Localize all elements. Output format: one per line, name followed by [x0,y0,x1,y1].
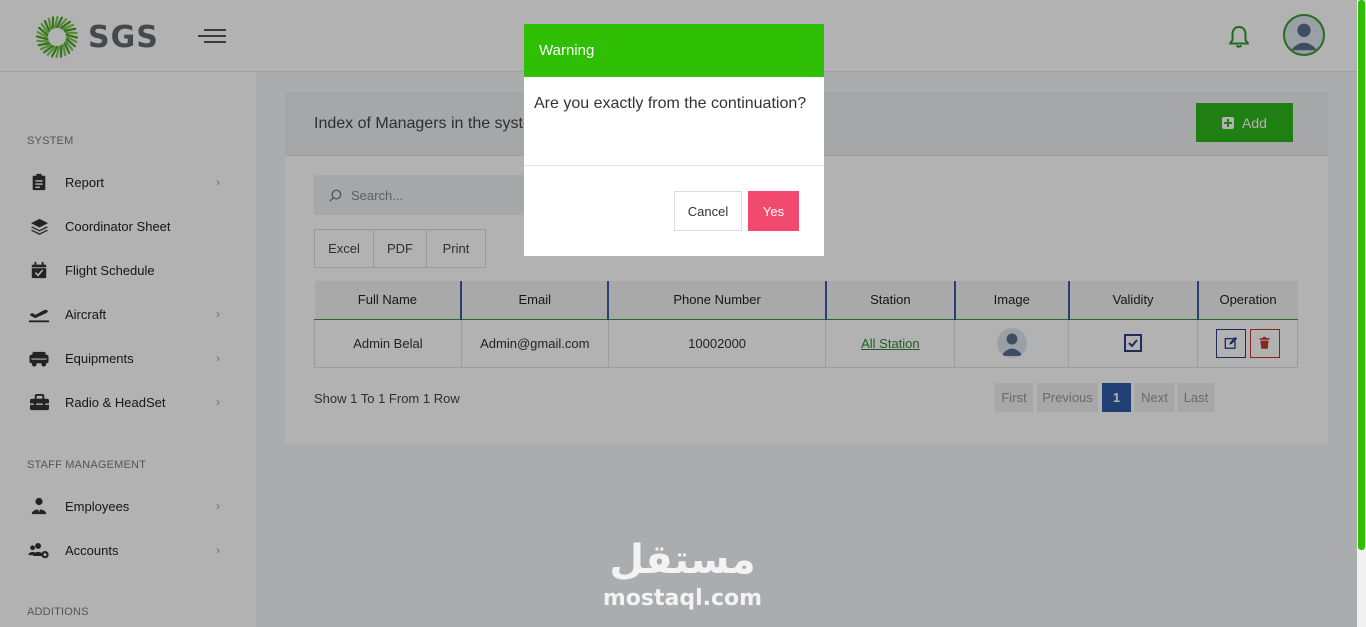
dialog-title: Warning [524,24,824,77]
confirm-button[interactable]: Yes [748,191,799,231]
dialog-message: Are you exactly from the continuation? [524,77,824,166]
watermark-arabic: مستقل [609,537,756,583]
watermark: مستقل mostaql.com [600,533,765,611]
cancel-button[interactable]: Cancel [674,191,742,231]
watermark-latin: mostaql.com [602,586,763,611]
warning-dialog: Warning Are you exactly from the continu… [524,24,824,256]
dialog-footer: Cancel Yes [524,166,824,256]
scrollbar-thumb[interactable] [1358,0,1365,550]
